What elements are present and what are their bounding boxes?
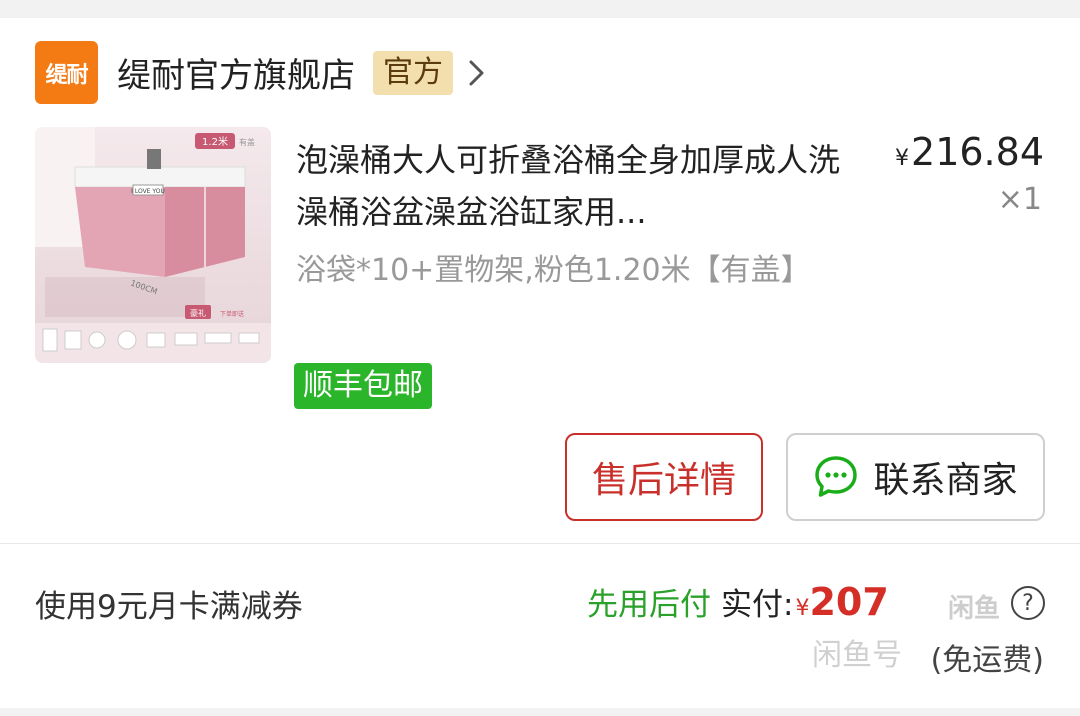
divider (0, 543, 1080, 544)
paid-label: 实付: (721, 587, 794, 623)
product-quantity: ×1 (997, 182, 1042, 217)
image-gift-label: 豪礼 (190, 308, 206, 318)
image-sign-text: I LOVE YOU (131, 188, 165, 195)
contact-seller-button[interactable]: 联系商家 (786, 433, 1045, 521)
image-corner-tag: 有盖 (239, 137, 255, 147)
price-value: 216.84 (911, 130, 1044, 174)
image-size-tag: 1.2米 (202, 135, 228, 148)
payment-summary: 先用后付 实付: ¥ 207 (587, 579, 889, 624)
product-sku: 浴袋*10+置物架,粉色1.20米【有盖】 (296, 253, 811, 288)
shipping-badge: 顺丰包邮 (294, 363, 432, 409)
store-header[interactable]: 缇耐 缇耐官方旗舰店 官方 (35, 41, 489, 104)
coupon-link[interactable]: 使用9元月卡满减券 (35, 581, 303, 626)
paid-amount: 207 (809, 580, 889, 624)
order-card: 缇耐 缇耐官方旗舰店 官方 I LOVE YOU 100CM 1.2米 有盖 豪… (0, 18, 1080, 708)
question-circle-icon[interactable]: ? (1011, 586, 1045, 620)
price-currency: ¥ (895, 146, 910, 171)
pay-later-label[interactable]: 先用后付 (587, 579, 711, 624)
paid-currency: ¥ (795, 596, 810, 621)
product-price: ¥216.84 (895, 130, 1044, 174)
after-sales-label: 售后详情 (591, 460, 736, 501)
store-name[interactable]: 缇耐官方旗舰店 (117, 48, 355, 97)
freight-note: (免运费) (930, 643, 1044, 678)
chat-bubble-icon (813, 454, 859, 500)
official-badge: 官方 (373, 50, 453, 95)
chevron-right-icon[interactable] (467, 53, 489, 93)
image-gift-sub: 下单即送 (220, 310, 244, 318)
contact-seller-label: 联系商家 (873, 460, 1018, 501)
product-image[interactable]: I LOVE YOU 100CM 1.2米 有盖 豪礼 下单即送 (35, 127, 271, 363)
store-logo: 缇耐 (35, 41, 98, 104)
after-sales-button[interactable]: 售后详情 (565, 433, 763, 521)
watermark-text: 闲鱼号 (812, 638, 902, 673)
product-title[interactable]: 泡澡桶大人可折叠浴桶全身加厚成人洗澡桶浴盆澡盆浴缸家用... (296, 134, 841, 238)
